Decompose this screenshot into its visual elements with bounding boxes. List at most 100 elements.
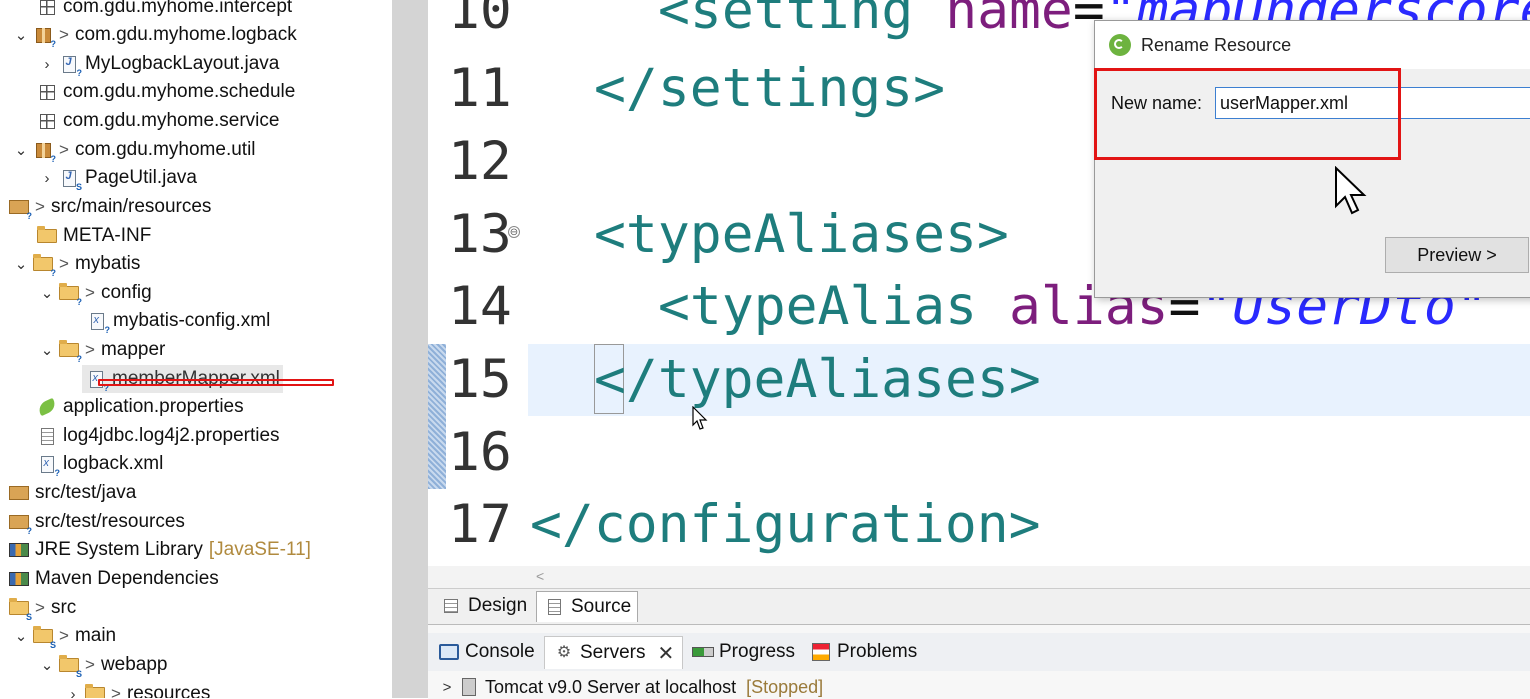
chevron-down-icon[interactable]: ⌄ bbox=[36, 656, 58, 674]
folder-icon: ? bbox=[58, 340, 82, 364]
editor-mode-tabs: Design Source bbox=[428, 588, 1530, 625]
bottom-panel-tabs: Console ⚙ Servers ✕ Progress Problems bbox=[428, 633, 1530, 671]
line-number: 11 bbox=[448, 58, 512, 119]
source-folder-icon: ? bbox=[8, 197, 32, 221]
chevron-down-icon[interactable]: ⌄ bbox=[36, 341, 58, 359]
tree-item-package[interactable]: ⌄? > com.gdu.myhome.logback bbox=[10, 21, 297, 49]
tree-item-library[interactable]: JRE System Library [JavaSE-11] bbox=[0, 536, 311, 564]
tree-item-folder[interactable]: ⌄ S > webapp bbox=[36, 651, 168, 679]
tree-item-source-folder[interactable]: src/test/java bbox=[0, 479, 136, 507]
mouse-pointer-icon bbox=[1335, 166, 1367, 215]
servers-icon: ⚙ bbox=[556, 644, 572, 661]
dialog-title: Rename Resource bbox=[1141, 34, 1292, 55]
spring-leaf-icon bbox=[36, 397, 58, 417]
tree-item-package[interactable]: com.gdu.myhome.intercept bbox=[14, 0, 292, 21]
source-folder-icon bbox=[8, 483, 30, 503]
source-folder-icon: ? bbox=[8, 512, 32, 536]
package-icon: ? bbox=[32, 140, 56, 164]
folder-icon: S bbox=[32, 626, 56, 650]
chevron-down-icon[interactable]: ⌄ bbox=[36, 284, 58, 302]
package-icon bbox=[36, 82, 58, 102]
tree-item-folder[interactable]: ⌄? > config bbox=[36, 279, 152, 307]
line-number: 10 bbox=[448, 0, 512, 41]
spring-icon bbox=[1109, 34, 1131, 56]
line-number: 16 bbox=[448, 422, 512, 483]
close-icon[interactable]: ✕ bbox=[657, 641, 674, 666]
tree-item-xml-file[interactable]: ? logback.xml bbox=[14, 450, 163, 478]
folder-icon: ? bbox=[58, 283, 82, 307]
chevron-down-icon[interactable]: ⌄ bbox=[10, 255, 32, 273]
chevron-right-icon[interactable]: › bbox=[36, 56, 58, 73]
tree-item-properties-file[interactable]: log4jdbc.log4j2.properties bbox=[14, 422, 280, 450]
library-icon bbox=[8, 569, 30, 589]
code-line: <typeAliases> bbox=[594, 204, 1009, 265]
annotation-highlight-box bbox=[1094, 68, 1401, 160]
tree-item-package[interactable]: com.gdu.myhome.schedule bbox=[14, 78, 295, 106]
tree-item-folder[interactable]: S > src bbox=[0, 594, 76, 622]
java-file-icon: ? bbox=[58, 54, 82, 78]
server-list-item[interactable]: > Tomcat v9.0 Server at localhost [Stopp… bbox=[436, 675, 824, 699]
folder-icon: ? bbox=[32, 254, 56, 278]
tree-item-folder[interactable]: ⌄? > mapper bbox=[36, 336, 166, 364]
preview-button[interactable]: Preview > bbox=[1385, 237, 1529, 273]
code-line: </settings> bbox=[594, 58, 945, 119]
line-number: 12 bbox=[448, 131, 512, 192]
tab-source[interactable]: Source bbox=[536, 591, 639, 622]
tab-design[interactable]: Design bbox=[434, 591, 533, 621]
tab-console[interactable]: Console bbox=[430, 636, 543, 668]
line-number: 17 bbox=[448, 494, 512, 555]
chevron-right-icon[interactable]: › bbox=[62, 686, 84, 699]
annotation-strike-box bbox=[98, 379, 334, 386]
xml-file-icon: ? bbox=[36, 454, 60, 478]
tree-item-package[interactable]: ⌄? > com.gdu.myhome.util bbox=[10, 136, 256, 164]
tree-item-package[interactable]: com.gdu.myhome.service bbox=[14, 107, 279, 135]
fold-toggle-icon[interactable]: ⊖ bbox=[508, 226, 520, 238]
package-icon bbox=[36, 111, 58, 131]
tree-item-java-file[interactable]: ›S PageUtil.java bbox=[36, 164, 197, 192]
tree-item-folder[interactable]: ⌄ S > main bbox=[10, 622, 116, 650]
folder-icon: S bbox=[8, 598, 32, 622]
editor-horizontal-scrollbar[interactable]: < bbox=[428, 566, 1530, 588]
tree-item-folder[interactable]: › > resources bbox=[62, 680, 210, 698]
tree-item-folder[interactable]: ⌄? > mybatis bbox=[10, 250, 141, 278]
tab-servers[interactable]: ⚙ Servers ✕ bbox=[544, 636, 684, 669]
chevron-right-icon[interactable]: > bbox=[436, 679, 458, 696]
tab-problems[interactable]: Problems bbox=[802, 636, 925, 668]
folder-icon bbox=[84, 684, 106, 698]
bottom-panel: Console ⚙ Servers ✕ Progress Problems > … bbox=[428, 624, 1530, 699]
tree-item-source-folder[interactable]: ? src/test/resources bbox=[0, 508, 185, 536]
code-line: </configuration> bbox=[530, 494, 1041, 555]
tree-item-library[interactable]: Maven Dependencies bbox=[0, 565, 219, 593]
folder-icon bbox=[36, 226, 58, 246]
console-icon bbox=[438, 642, 460, 662]
code-line: </typeAliases> bbox=[594, 349, 1041, 410]
tree-item-properties-file[interactable]: application.properties bbox=[14, 393, 244, 421]
chevron-down-icon[interactable]: ⌄ bbox=[10, 141, 32, 159]
problems-icon bbox=[810, 642, 832, 662]
tree-item-source-folder[interactable]: ? > src/main/resources bbox=[0, 193, 211, 221]
chevron-right-icon[interactable]: › bbox=[36, 170, 58, 187]
package-icon bbox=[36, 0, 58, 17]
java-file-icon: S bbox=[58, 168, 82, 192]
tree-item-xml-file[interactable]: ? mybatis-config.xml bbox=[64, 307, 270, 335]
line-number: 14 bbox=[448, 276, 512, 337]
chevron-down-icon[interactable]: ⌄ bbox=[10, 26, 32, 44]
xml-file-icon: ? bbox=[86, 311, 110, 335]
tree-item-java-file[interactable]: ›? MyLogbackLayout.java bbox=[36, 50, 280, 78]
explorer-scrollbar[interactable] bbox=[392, 0, 428, 698]
design-icon bbox=[440, 596, 462, 616]
source-file-icon bbox=[543, 597, 565, 617]
change-marker bbox=[428, 344, 446, 489]
text-cursor-icon bbox=[692, 406, 708, 430]
tree-item-folder[interactable]: META-INF bbox=[14, 222, 151, 250]
folder-icon: S bbox=[58, 655, 82, 679]
properties-file-icon bbox=[36, 426, 58, 446]
server-status: [Stopped] bbox=[746, 676, 824, 697]
chevron-down-icon[interactable]: ⌄ bbox=[10, 627, 32, 645]
server-icon bbox=[458, 677, 480, 697]
dialog-titlebar[interactable]: Rename Resource bbox=[1095, 21, 1530, 69]
line-number: 15 bbox=[448, 349, 512, 410]
library-icon bbox=[8, 540, 30, 560]
project-explorer: com.gdu.myhome.intercept ⌄? > com.gdu.myh… bbox=[0, 0, 392, 698]
tab-progress[interactable]: Progress bbox=[684, 636, 803, 668]
